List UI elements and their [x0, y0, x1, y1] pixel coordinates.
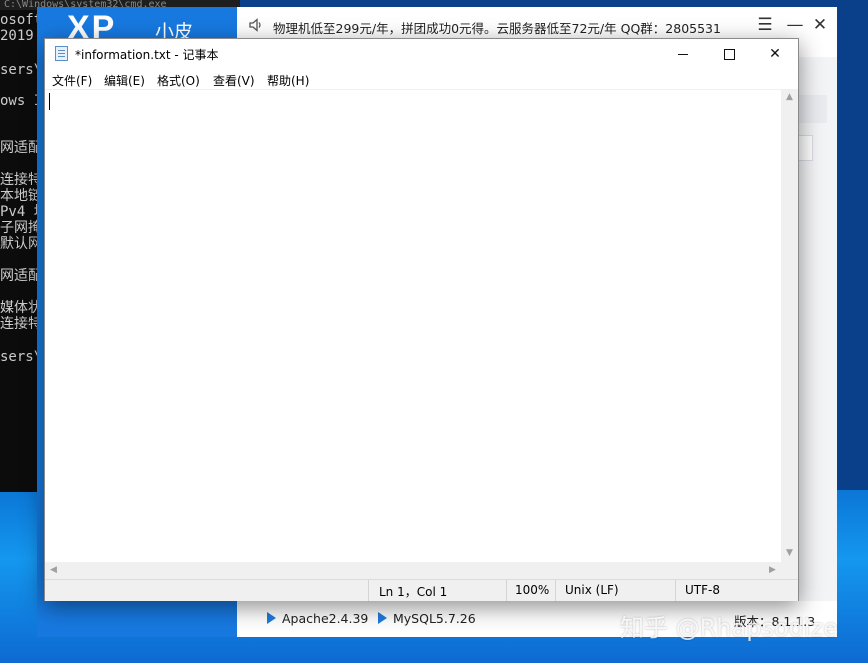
- service-apache[interactable]: Apache2.4.39: [267, 611, 368, 626]
- maximize-icon: [723, 48, 735, 60]
- status-bar: Ln 1，Col 1 100% Unix (LF) UTF-8: [45, 579, 798, 601]
- status-zoom: 100%: [515, 583, 550, 597]
- play-icon: [378, 612, 387, 624]
- console-line: 连接特: [0, 172, 42, 188]
- notepad-icon: [55, 46, 68, 61]
- console-line: 连接特: [0, 316, 42, 332]
- status-separator: [368, 580, 369, 601]
- text-editor[interactable]: [45, 89, 781, 563]
- scroll-left-icon[interactable]: ◀: [45, 562, 62, 579]
- console-line: 网适配: [0, 140, 42, 156]
- speaker-icon: [249, 18, 261, 32]
- minimize-button[interactable]: —: [785, 15, 805, 35]
- menu-format[interactable]: 格式(O): [157, 72, 200, 89]
- minimize-button[interactable]: [660, 39, 706, 69]
- play-icon: [267, 612, 276, 624]
- status-separator: [555, 580, 556, 601]
- service-mysql-label: MySQL5.7.26: [393, 611, 476, 626]
- notepad-titlebar[interactable]: *information.txt - 记事本 ✕: [45, 39, 798, 69]
- close-button[interactable]: ✕: [752, 39, 798, 69]
- menu-help[interactable]: 帮助(H): [267, 72, 309, 89]
- status-line-ending: Unix (LF): [565, 583, 619, 597]
- text-caret: [49, 93, 50, 110]
- service-apache-label: Apache2.4.39: [282, 611, 369, 626]
- watermark: 知乎 @Rhapsodize: [620, 614, 838, 642]
- xp-content-box: [797, 135, 813, 161]
- menu-icon[interactable]: ☰: [755, 15, 775, 35]
- console-line: 默认网: [0, 236, 42, 252]
- status-position: Ln 1，Col 1: [379, 585, 448, 599]
- menu-view[interactable]: 查看(V): [213, 72, 255, 89]
- close-button[interactable]: ✕: [810, 15, 830, 35]
- console-line: 网适配: [0, 268, 42, 284]
- service-mysql[interactable]: MySQL5.7.26: [378, 611, 476, 626]
- menu-edit[interactable]: 编辑(E): [104, 72, 145, 89]
- status-separator: [675, 580, 676, 601]
- window-title: *information.txt - 记事本: [75, 48, 219, 62]
- status-separator: [506, 580, 507, 601]
- menubar: 文件(F) 编辑(E) 格式(O) 查看(V) 帮助(H): [45, 69, 798, 89]
- vertical-scrollbar[interactable]: ▲ ▼: [781, 89, 798, 562]
- console-line: osoft: [0, 12, 43, 28]
- scroll-down-icon[interactable]: ▼: [781, 545, 798, 562]
- promo-notice[interactable]: 物理机低至299元/年，拼团成功0元得。云服务器低至72元/年 QQ群：2805…: [273, 18, 721, 37]
- notepad-window[interactable]: *information.txt - 记事本 ✕ 文件(F) 编辑(E) 格式(…: [44, 38, 799, 601]
- horizontal-scrollbar[interactable]: ◀ ▶: [45, 562, 781, 579]
- console-line: 本地链: [0, 188, 42, 204]
- minimize-icon: [678, 53, 688, 55]
- menu-file[interactable]: 文件(F): [52, 72, 92, 89]
- status-encoding: UTF-8: [685, 583, 720, 597]
- console-line: sers\: [0, 349, 43, 365]
- xp-content-bar: [797, 95, 827, 123]
- console-line: 子网掩: [0, 220, 42, 236]
- console-line: 媒体状: [0, 300, 42, 316]
- scroll-up-icon[interactable]: ▲: [781, 89, 798, 106]
- scrollbar-corner: [781, 562, 798, 579]
- maximize-button[interactable]: [706, 39, 752, 69]
- scroll-right-icon[interactable]: ▶: [764, 562, 781, 579]
- console-line: sers\: [0, 62, 43, 78]
